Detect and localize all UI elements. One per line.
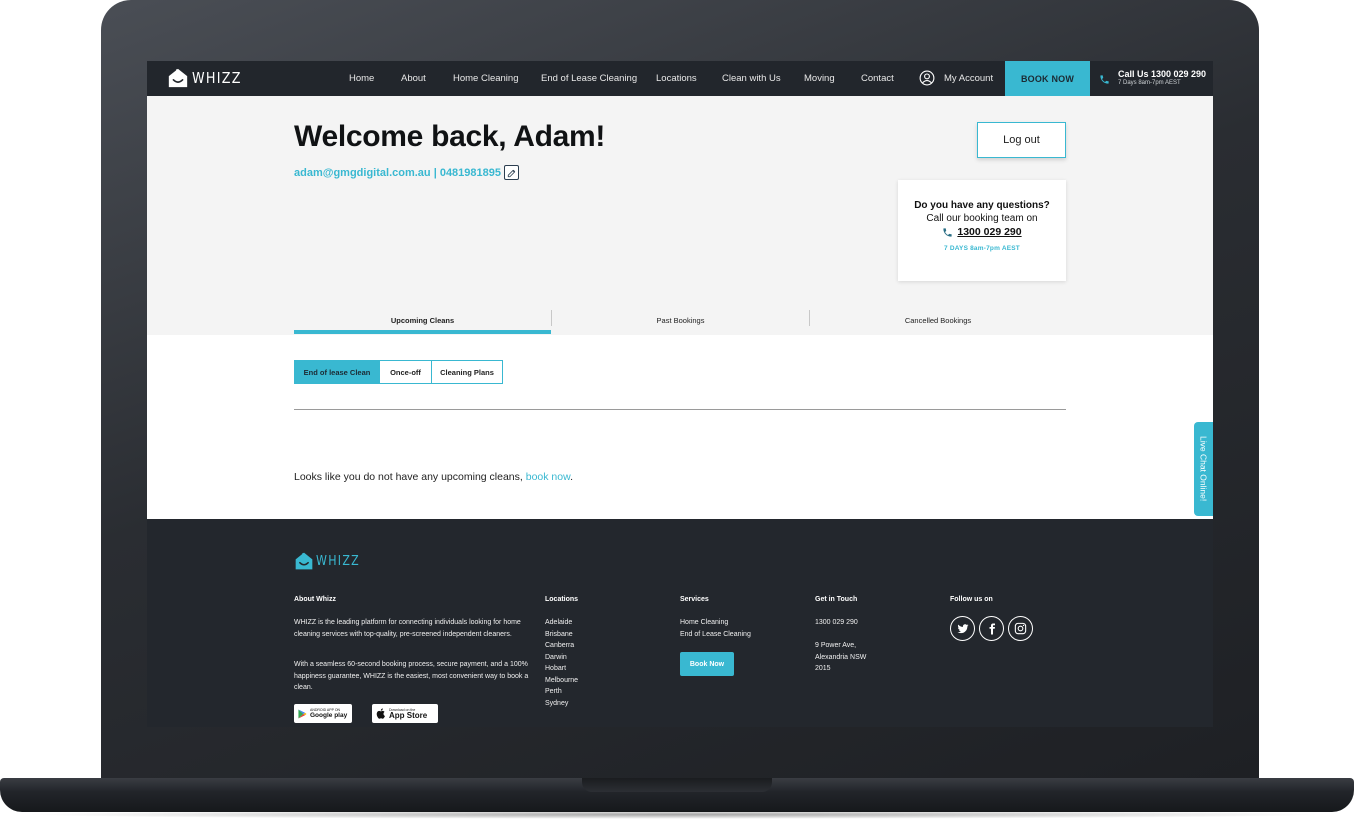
address-line: Alexandria NSW [815,653,867,661]
nav-contact[interactable]: Contact [861,73,894,84]
brand-logo[interactable]: WHIZZ [167,67,251,89]
google-play-badge[interactable]: ANDROID APP ON Google play [294,704,352,723]
nav-about[interactable]: About [401,73,426,84]
book-now-link[interactable]: book now [526,471,570,483]
live-chat-label: Live Chat Online! [1198,436,1209,502]
tab-cancelled-bookings[interactable]: Cancelled Bookings [810,306,1066,334]
google-play-label: Google play [310,711,348,719]
twitter-link[interactable] [950,616,975,641]
footer-about-text-1: WHIZZ is the leading platform for connec… [294,619,521,638]
footer-phone-link[interactable]: 1300 029 290 [815,617,858,629]
logout-button[interactable]: Log out [977,122,1066,158]
pencil-icon [507,169,515,177]
tab-upcoming-cleans[interactable]: Upcoming Cleans [294,306,551,334]
footer: WHIZZ About Whizz WHIZZ is the leading p… [147,519,1213,727]
instagram-icon [1014,622,1027,635]
address-line: 9 Power Ave, [815,642,857,649]
filter-end-of-lease[interactable]: End of lease Clean [295,361,379,383]
live-chat-tab[interactable]: Live Chat Online! [1194,422,1213,516]
footer-about-heading: About Whizz [294,596,336,603]
nav-end-of-lease[interactable]: End of Lease Cleaning [541,73,637,84]
nav-home-cleaning[interactable]: Home Cleaning [453,73,518,84]
location-link[interactable]: Hobart [545,663,578,675]
house-logo-icon [168,68,188,88]
instagram-link[interactable] [1008,616,1033,641]
footer-locations-list: Adelaide Brisbane Canberra Darwin Hobart… [545,617,578,709]
footer-about-text-2: With a seamless 60-second booking proces… [294,661,529,691]
phone-icon [1100,75,1109,84]
help-hours: 7 DAYS 8am-7pm AEST [944,245,1020,252]
location-link[interactable]: Brisbane [545,629,578,641]
nav-home[interactable]: Home [349,73,374,84]
user-contact: adam@gmgdigital.com.au | 0481981895 [294,167,502,179]
service-link[interactable]: Home Cleaning [680,617,751,629]
laptop-shadow [20,810,1334,819]
google-play-icon [298,709,307,718]
top-navigation: WHIZZ Home About Home Cleaning End of Le… [147,61,1213,96]
empty-state-end: . [570,471,574,483]
filter-once-off[interactable]: Once-off [379,361,431,383]
booking-tabs: Upcoming Cleans Past Bookings Cancelled … [294,306,1066,334]
bookings-panel: End of lease Clean Once-off Cleaning Pla… [147,335,1213,519]
footer-address: 9 Power Ave, Alexandria NSW 2015 [815,640,866,675]
help-question: Do you have any questions? [914,200,1050,211]
house-logo-icon [295,552,313,570]
app-store-badge[interactable]: Download on the App Store [372,704,438,723]
brand-name: WHIZZ [192,69,242,87]
location-link[interactable]: Canberra [545,640,578,652]
call-us-label: Call Us 1300 029 290 [1118,69,1207,79]
page-title: Welcome back, Adam! [294,120,606,153]
footer-logo[interactable]: WHIZZ [294,551,368,571]
empty-state-message: Looks like you do not have any upcoming … [294,471,573,483]
location-link[interactable]: Perth [545,686,578,698]
help-box: Do you have any questions? Call our book… [898,180,1066,281]
call-us[interactable]: Call Us 1300 029 290 7 Days 8am-7pm AEST [1099,69,1206,86]
help-phone: 1300 029 290 [957,226,1022,238]
user-icon [919,70,935,86]
nav-moving[interactable]: Moving [804,73,835,84]
footer-locations-heading: Locations [545,596,579,603]
location-link[interactable]: Adelaide [545,617,578,629]
edit-profile-button[interactable] [504,165,519,180]
footer-services-list: Home Cleaning End of Lease Cleaning [680,617,751,640]
footer-touch-heading: Get in Touch [815,596,858,603]
screen: WHIZZ Home About Home Cleaning End of Le… [147,61,1213,727]
clean-type-filter: End of lease Clean Once-off Cleaning Pla… [294,360,503,384]
footer-services-heading: Services [680,596,709,603]
filter-cleaning-plans[interactable]: Cleaning Plans [431,361,502,383]
location-link[interactable]: Darwin [545,652,578,664]
twitter-icon [957,623,968,633]
location-link[interactable]: Melbourne [545,675,578,687]
tab-past-bookings[interactable]: Past Bookings [552,306,809,334]
facebook-icon [989,623,995,634]
footer-book-now-button[interactable]: Book Now [680,652,734,676]
nav-locations[interactable]: Locations [656,73,697,84]
footer-brand-name: WHIZZ [316,553,361,569]
call-hours: 7 Days 8am-7pm AEST [1118,80,1181,86]
apple-icon [376,708,385,719]
content-divider [294,409,1066,410]
phone-icon [943,227,952,237]
my-account-link[interactable]: My Account [919,70,993,86]
facebook-link[interactable] [979,616,1004,641]
nav-clean-with-us[interactable]: Clean with Us [722,73,781,84]
address-line: 2015 [815,665,831,672]
footer-phone: 1300 029 290 [815,617,858,629]
my-account-label: My Account [944,72,994,84]
help-call-text: Call our booking team on [926,213,1038,224]
location-link[interactable]: Sydney [545,698,578,710]
help-phone-link[interactable]: 1300 029 290 [898,226,1066,238]
footer-follow-heading: Follow us on [950,596,993,603]
social-links [950,616,1033,641]
book-now-button[interactable]: BOOK NOW [1005,61,1090,96]
app-store-label: App Store [389,710,428,720]
laptop-notch [582,778,772,792]
empty-state-text: Looks like you do not have any upcoming … [294,471,523,483]
service-link[interactable]: End of Lease Cleaning [680,629,751,641]
